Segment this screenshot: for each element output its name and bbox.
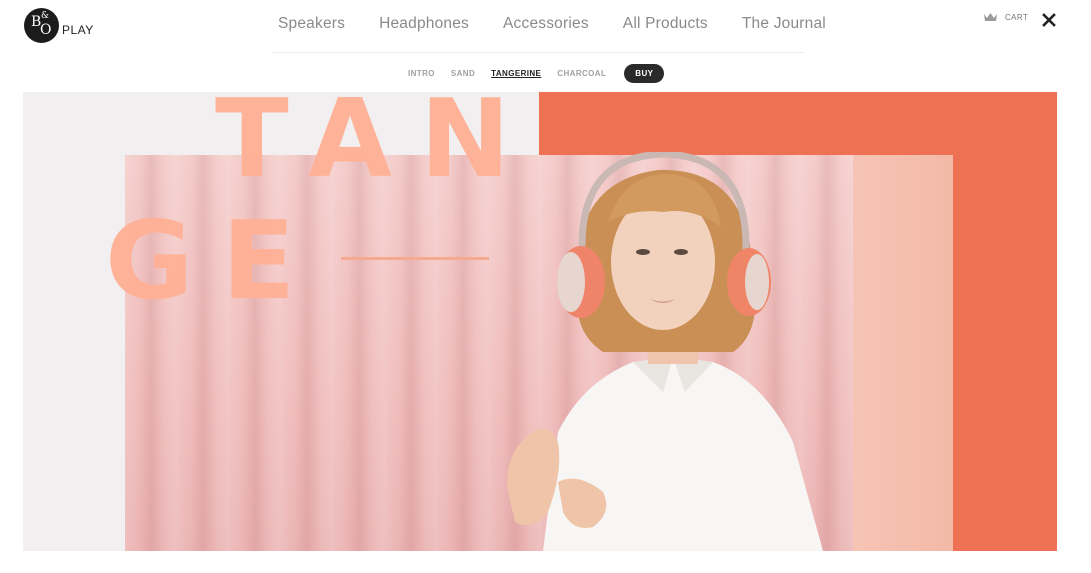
logo-mark: B & O — [24, 8, 59, 43]
color-sub-nav: INTRO SAND TANGERINE CHARCOAL BUY — [400, 64, 665, 83]
subnav-intro[interactable]: INTRO — [400, 69, 443, 78]
hero-headline-line2: GE — [105, 199, 324, 324]
nav-accessories[interactable]: Accessories — [486, 15, 606, 33]
nav-speakers[interactable]: Speakers — [261, 15, 362, 33]
main-nav: Speakers Headphones Accessories All Prod… — [261, 15, 843, 33]
nav-the-journal[interactable]: The Journal — [725, 15, 843, 33]
hero-model-image — [507, 152, 823, 551]
nav-all-products[interactable]: All Products — [606, 15, 725, 33]
close-icon[interactable] — [1041, 12, 1057, 28]
hero-headline-line1: TAN — [215, 92, 539, 202]
subnav-tangerine[interactable]: TANGERINE — [483, 69, 549, 78]
nav-headphones[interactable]: Headphones — [362, 15, 486, 33]
cart-label: CART — [1005, 12, 1029, 22]
logo-word: PLAY — [62, 22, 94, 37]
subnav-charcoal[interactable]: CHARCOAL — [549, 69, 614, 78]
subnav-sand[interactable]: SAND — [443, 69, 483, 78]
buy-button[interactable]: BUY — [624, 64, 665, 83]
crown-icon — [984, 13, 997, 21]
cart-button[interactable]: CART — [983, 12, 1028, 22]
hero-banner: TAN GE — [23, 92, 1057, 551]
hero-accent-dash — [341, 257, 489, 260]
nav-divider — [273, 52, 804, 53]
brand-logo[interactable]: B & O PLAY — [24, 8, 94, 43]
